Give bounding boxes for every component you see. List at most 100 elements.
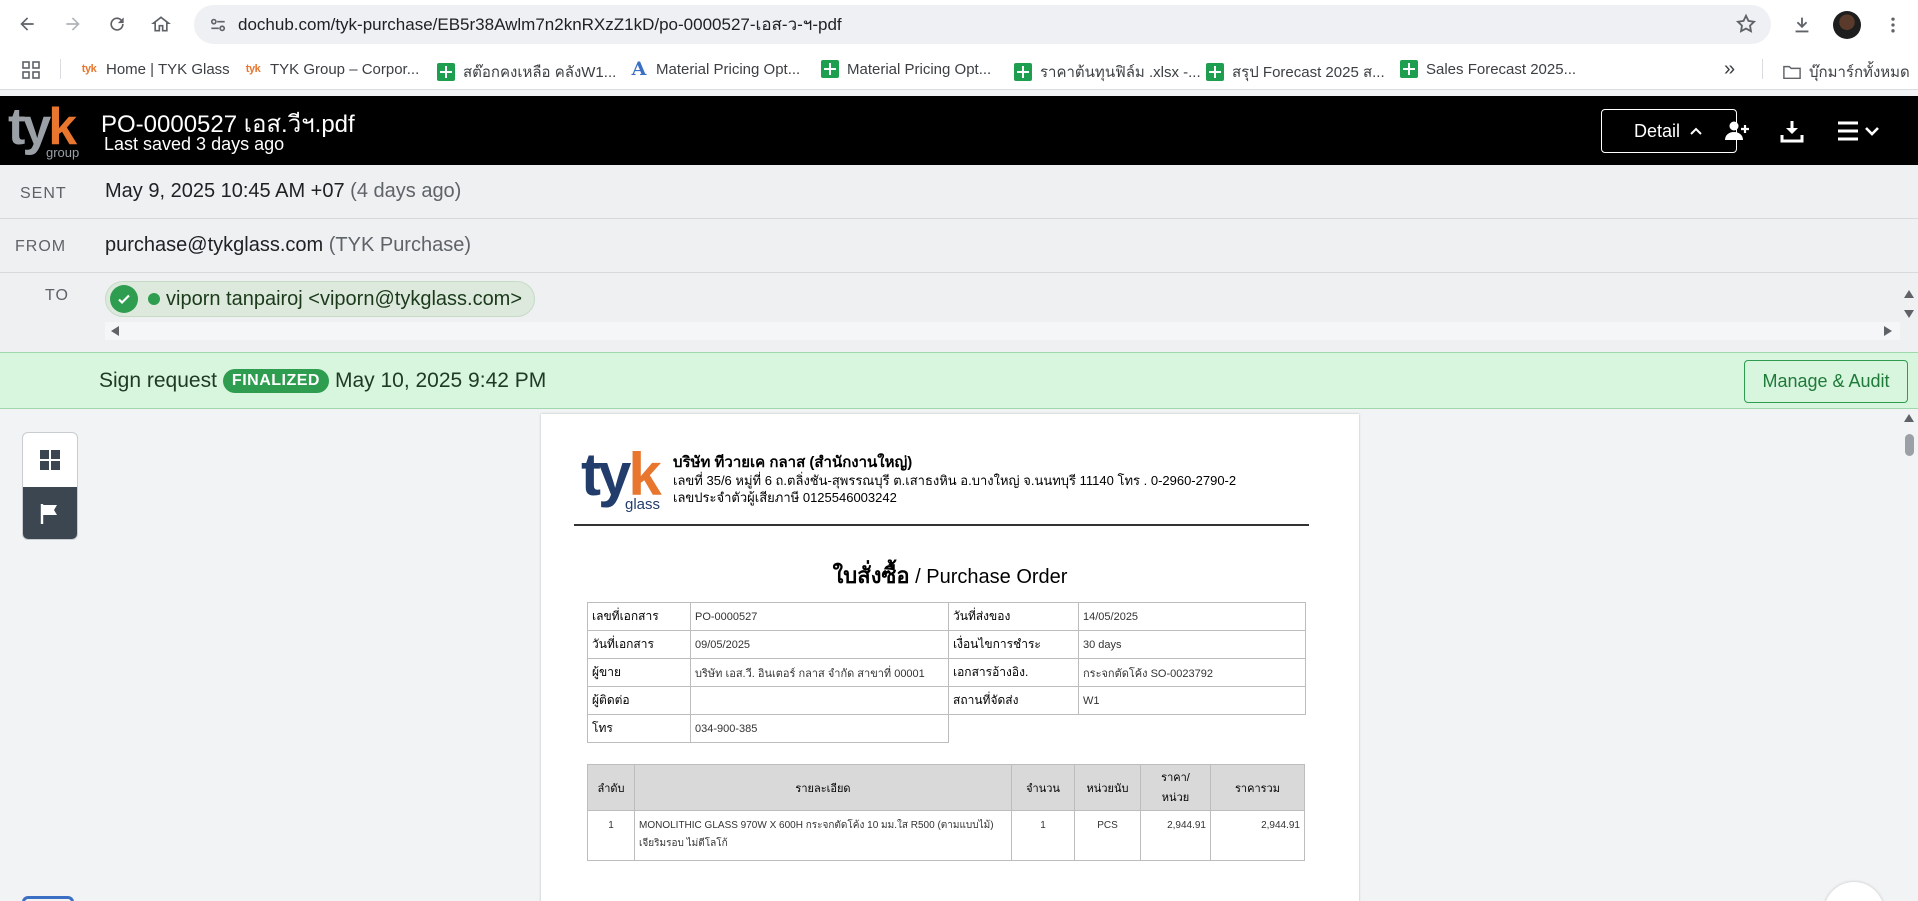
payment-label: เงื่อนไขการชำระ — [948, 630, 1079, 659]
more-bookmarks-button[interactable]: » — [1724, 58, 1735, 81]
folder-icon — [1783, 63, 1801, 81]
reload-icon[interactable] — [105, 12, 129, 36]
bookmark-label: บุ๊กมาร์กทั้งหมด — [1809, 64, 1910, 81]
floating-action-circle[interactable] — [1824, 882, 1884, 901]
bookmark-forecast-summary[interactable]: สรุป Forecast 2025 ส... — [1206, 60, 1385, 84]
recipient-chip[interactable]: viporn tanpairoj <viporn@tykglass.com> — [105, 281, 536, 317]
sheets-icon — [1400, 60, 1418, 78]
back-icon[interactable] — [15, 12, 39, 36]
col-total-header: ราคารวม — [1210, 764, 1305, 811]
item-no: 1 — [587, 810, 635, 861]
profile-avatar[interactable] — [1832, 10, 1862, 40]
sent-relative: (4 days ago) — [350, 180, 462, 202]
item-description: MONOLITHIC GLASS 970W X 600H กระจกตัดโค้… — [634, 810, 1012, 861]
scroll-up-arrow-icon[interactable] — [1904, 290, 1914, 298]
document-menu-icon[interactable] — [1836, 116, 1882, 146]
sheets-icon — [1014, 63, 1032, 81]
vendor-value: บริษัท เอส.วี. อินเตอร์ กลาส จำกัด สาขาท… — [690, 658, 949, 687]
logo-sub-text: group — [46, 145, 80, 160]
bookmark-material-pricing-2[interactable]: Material Pricing Opt... — [821, 60, 991, 78]
from-email[interactable]: purchase@tykglass.com — [105, 234, 323, 256]
viewer-side-toolbar — [22, 432, 78, 540]
sheets-icon — [821, 60, 839, 78]
scrollbar-thumb[interactable] — [1905, 434, 1914, 456]
bookmark-home-tyk-glass[interactable]: tyk Home | TYK Glass — [80, 60, 230, 78]
document-header: tyk group PO-0000527 เอส.วีฯ.pdf Last sa… — [0, 96, 1918, 165]
table-row: เลขที่เอกสาร PO-0000527 วันที่ส่งของ 14/… — [587, 602, 1306, 631]
tyk-glass-logo: tyk glass — [581, 445, 662, 514]
manage-audit-button[interactable]: Manage & Audit — [1744, 360, 1908, 403]
address-bar[interactable]: dochub.com/tyk-purchase/EB5r38Awlm7n2knR… — [194, 5, 1771, 44]
browser-menu-icon[interactable] — [1878, 10, 1908, 40]
status-badge: FINALIZED — [222, 369, 329, 393]
url-text[interactable]: dochub.com/tyk-purchase/EB5r38Awlm7n2knR… — [238, 11, 842, 38]
document-viewer: tyk glass บริษัท ทีวายเค กลาส (สำนักงานใ… — [0, 410, 1918, 901]
sign-request-date: May 10, 2025 9:42 PM — [334, 369, 547, 392]
forward-icon[interactable] — [61, 12, 85, 36]
flag-icon[interactable] — [23, 487, 77, 539]
empty-cell — [949, 715, 1079, 743]
scroll-down-arrow-icon[interactable] — [1904, 310, 1914, 318]
empty-cell — [1079, 715, 1306, 743]
home-icon[interactable] — [149, 12, 173, 36]
table-row: ผู้ขาย บริษัท เอส.วี. อินเตอร์ กลาส จำกั… — [587, 658, 1306, 687]
pdf-page: tyk glass บริษัท ทีวายเค กลาส (สำนักงานใ… — [541, 414, 1359, 901]
scroll-up-arrow-icon[interactable] — [1904, 414, 1914, 422]
table-row: โทร 034-900-385 — [587, 714, 1306, 743]
table-row: ผู้ติดต่อ สถานที่จัดส่ง W1 — [587, 686, 1306, 715]
add-user-icon[interactable] — [1722, 116, 1752, 146]
all-bookmarks-folder[interactable]: บุ๊กมาร์กทั้งหมด — [1783, 60, 1910, 84]
tyk-icon: tyk — [245, 63, 261, 75]
col-desc-header: รายละเอียด — [634, 764, 1012, 811]
status-dot-icon — [148, 293, 160, 305]
delivery-date-label: วันที่ส่งของ — [948, 602, 1079, 631]
payment-value: 30 days — [1078, 630, 1306, 659]
sent-datetime: May 9, 2025 10:45 AM +07 — [105, 180, 345, 202]
reference-label: เอกสารอ้างอิง. — [948, 658, 1079, 687]
sent-label: SENT — [20, 185, 67, 202]
doc-no-label: เลขที่เอกสาร — [587, 602, 691, 631]
letter-a-icon: A — [631, 58, 647, 80]
doc-no-value: PO-0000527 — [690, 602, 949, 631]
download-icon[interactable] — [1787, 10, 1817, 40]
bookmarks-bar: tyk Home | TYK Glass tyk TYK Group – Cor… — [0, 49, 1918, 90]
thumbnails-grid-icon[interactable] — [23, 433, 77, 487]
table-header-row: ลำดับ รายละเอียด จำนวน หน่วยนับ ราคา/หน่… — [587, 764, 1305, 811]
bookmark-stock-w1[interactable]: สต๊อกคงเหลือ คลังW1... — [437, 60, 616, 84]
apps-grid-icon[interactable] — [22, 61, 40, 79]
bookmark-star-icon[interactable] — [1735, 13, 1757, 35]
price-header-line2: หน่วย — [1161, 791, 1190, 804]
site-info-icon[interactable] — [204, 11, 232, 39]
bookmark-label: สรุป Forecast 2025 ส... — [1232, 64, 1385, 81]
bookmark-sales-forecast[interactable]: Sales Forecast 2025... — [1400, 60, 1576, 78]
recipients-horizontal-scrollbar[interactable] — [105, 322, 1900, 340]
bookmark-film-cost[interactable]: ราคาต้นทุนฟิล์ม .xlsx -... — [1014, 60, 1201, 84]
recipient-name: viporn tanpairoj <viporn@tykglass.com> — [166, 287, 523, 310]
item-total: 2,944.91 — [1210, 810, 1305, 861]
bookmark-label: Material Pricing Opt... — [656, 60, 801, 78]
scroll-right-arrow-icon[interactable] — [1884, 326, 1892, 336]
po-title: ใบสั่งซื้อ / Purchase Order — [541, 558, 1359, 593]
doc-logo-sub: glass — [625, 496, 661, 513]
sign-request-label: Sign request — [99, 369, 217, 392]
sent-value: May 9, 2025 10:45 AM +07 (4 days ago) — [105, 180, 461, 203]
col-no-header: ลำดับ — [587, 764, 635, 811]
tyk-group-logo[interactable]: tyk group — [8, 101, 88, 160]
bottom-left-widget[interactable] — [22, 896, 74, 901]
contact-label: ผู้ติดต่อ — [587, 686, 691, 715]
detail-button[interactable]: Detail — [1601, 109, 1737, 153]
browser-toolbar: dochub.com/tyk-purchase/EB5r38Awlm7n2knR… — [0, 0, 1918, 49]
sheets-icon — [1206, 63, 1224, 81]
company-tax-id: เลขประจำตัวผู้เสียภาษี 0125546003242 — [673, 490, 897, 505]
phone-label: โทร — [587, 714, 691, 743]
viewer-vertical-scrollbar[interactable] — [1900, 410, 1918, 901]
detail-button-label: Detail — [1633, 120, 1681, 141]
scroll-left-arrow-icon[interactable] — [111, 326, 119, 336]
ship-to-label: สถานที่จัดส่ง — [948, 686, 1079, 715]
bookmark-material-pricing-1[interactable]: A Material Pricing Opt... — [630, 58, 801, 80]
download-document-icon[interactable] — [1777, 116, 1807, 146]
bookmark-tyk-group[interactable]: tyk TYK Group – Corpor... — [244, 60, 419, 78]
sign-request-info: Sign request FINALIZED May 10, 2025 9:42… — [99, 369, 546, 393]
delivery-date-value: 14/05/2025 — [1078, 602, 1306, 631]
bookmark-label: Sales Forecast 2025... — [1426, 60, 1577, 78]
